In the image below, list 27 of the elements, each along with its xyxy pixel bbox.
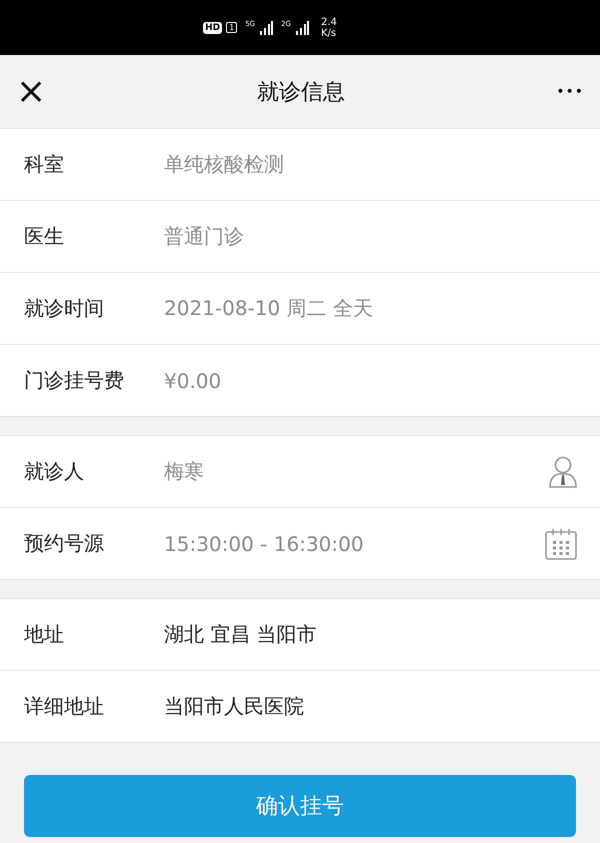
field-label: 门诊挂号费 (24, 367, 125, 394)
more-button[interactable]: ••• (556, 84, 584, 100)
speed-value: 2.4 (320, 16, 337, 28)
field-value: 当阳市人民医院 (164, 693, 305, 720)
calendar-icon[interactable] (544, 526, 578, 560)
field-value: 普通门诊 (164, 223, 245, 250)
field-value: 梅寒 (164, 458, 205, 485)
field-value: 2021-08-10 周二 全天 (164, 295, 374, 322)
field-label: 医生 (24, 223, 65, 250)
field-value: 单纯核酸检测 (164, 151, 285, 178)
person-icon[interactable] (548, 454, 578, 488)
page-title: 就诊信息 (257, 78, 346, 106)
field-value: ¥0.00 (164, 368, 222, 392)
signal-icon (294, 20, 309, 34)
field-label: 详细地址 (24, 693, 105, 720)
field-value: 15:30:00 - 16:30:00 (164, 532, 365, 556)
field-label: 科室 (24, 151, 65, 178)
hd-badge: HD (203, 22, 222, 34)
field-label: 地址 (24, 621, 65, 648)
signal-icon (259, 20, 274, 34)
speed-unit: K/s (320, 28, 337, 38)
field-label: 就诊人 (24, 458, 85, 485)
field-label: 预约号源 (24, 530, 105, 557)
field-label: 就诊时间 (24, 295, 105, 322)
close-button[interactable]: × (16, 71, 46, 112)
field-value: 湖北 宜昌 当阳市 (164, 621, 318, 648)
sim-badge: 1 (226, 22, 238, 33)
